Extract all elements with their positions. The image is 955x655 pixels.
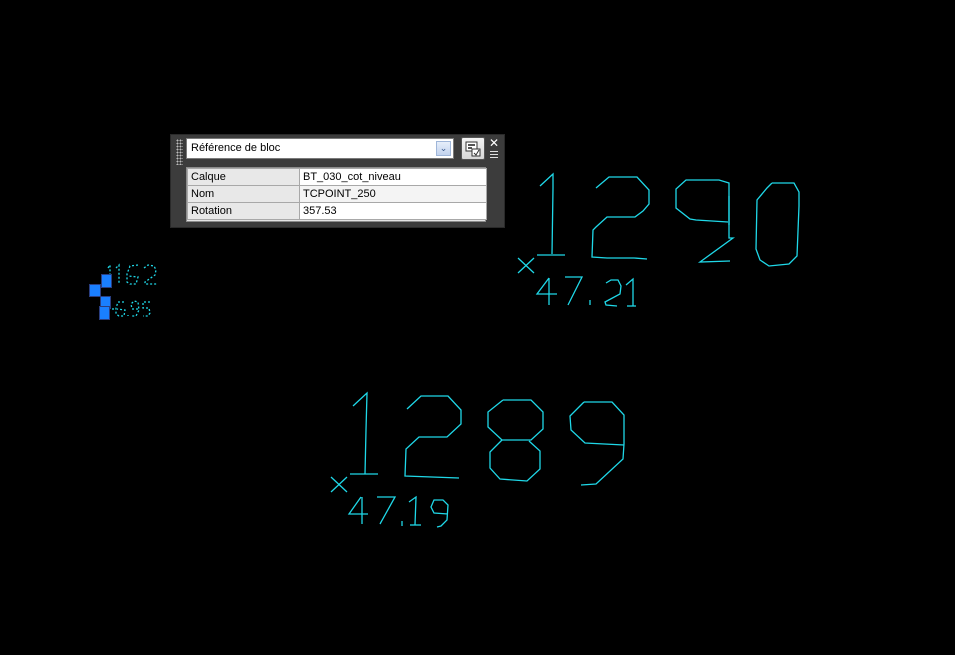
properties-grid: Calque BT_030_cot_niveau Nom TCPOINT_250… [186,167,487,222]
survey-point-1162-selected[interactable] [107,262,157,317]
options-menu-icon[interactable] [490,151,498,160]
point-marker-x-icon [517,257,535,274]
property-label: Nom [187,185,300,203]
grip-handle-bottom[interactable] [99,306,110,320]
survey-point-1290[interactable] [517,172,800,307]
point-number-1290 [537,172,800,267]
quick-properties-panel: Référence de bloc ⌄ ✕ Calque BT_030_cot_… [170,134,505,228]
close-icon[interactable]: ✕ [489,137,499,149]
object-type-select[interactable]: Référence de bloc ⌄ [186,138,454,159]
property-row-rotation[interactable]: Rotation 357.53 [187,202,487,220]
object-type-value: Référence de bloc [191,142,281,154]
property-label: Rotation [187,202,300,220]
chevron-down-icon[interactable]: ⌄ [436,141,451,156]
survey-point-1289[interactable] [330,391,625,528]
point-elevation-47-19 [347,495,449,528]
quick-properties-toggle-icon [465,141,481,157]
point-number-1162 [107,262,157,285]
toggle-pickadd-button[interactable] [461,137,485,160]
drawing-canvas[interactable] [0,0,955,655]
property-label: Calque [187,168,300,186]
property-row-layer[interactable]: Calque BT_030_cot_niveau [187,168,487,186]
property-value[interactable]: BT_030_cot_niveau [299,168,487,186]
point-elevation-47-21 [535,276,636,307]
property-row-name[interactable]: Nom TCPOINT_250 [187,185,487,203]
point-number-1289 [350,391,625,486]
property-value[interactable]: TCPOINT_250 [299,185,487,203]
panel-drag-grip[interactable] [176,139,183,165]
point-marker-x-icon [330,476,348,493]
point-elevation-46-95 [112,300,151,317]
property-value[interactable]: 357.53 [299,202,487,220]
grip-handle-top[interactable] [101,274,112,288]
